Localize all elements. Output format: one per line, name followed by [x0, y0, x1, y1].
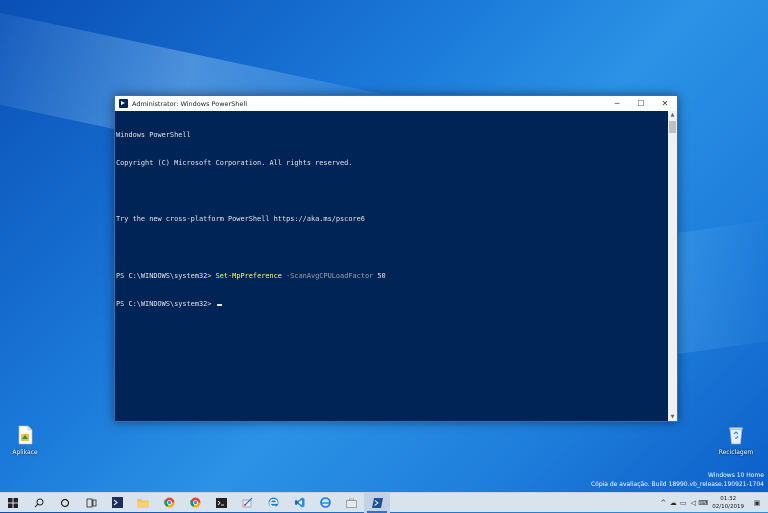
scroll-down-icon[interactable]: ▼ — [668, 413, 677, 421]
windows-logo-icon — [8, 497, 18, 508]
console-cmdlet: Set-MpPreference — [215, 271, 282, 280]
paint-icon — [242, 497, 252, 508]
maximize-button[interactable]: ☐ — [629, 96, 653, 111]
desktop-icon-aplikace[interactable]: Aplikace — [0, 425, 50, 456]
chevron-up-icon[interactable]: ^ — [658, 499, 668, 507]
internet-explorer-icon — [319, 497, 331, 508]
chrome-icon — [189, 497, 200, 508]
taskbar-app-vscode[interactable] — [286, 493, 312, 513]
speaker-icon[interactable]: ◁ — [688, 499, 698, 507]
minimize-button[interactable]: ─ — [605, 96, 629, 111]
desktop-icon-recycle-bin[interactable]: Reciclagem — [711, 425, 761, 456]
taskbar-app-cmd[interactable] — [208, 493, 234, 513]
recycle-bin-icon — [729, 427, 743, 445]
evaluation-copy-text: Cópia de avaliação. Build 18990.vb_relea… — [590, 481, 764, 488]
title-bar[interactable]: Administrator: Windows PowerShell ─ ☐ ✕ — [115, 96, 677, 111]
search-icon — [34, 498, 44, 507]
powershell-icon — [119, 99, 128, 108]
store-icon — [345, 498, 357, 508]
network-icon[interactable]: ▭ — [678, 499, 688, 507]
terminal-app-icon — [111, 497, 123, 508]
powershell-icon — [371, 497, 383, 508]
console-line: Windows PowerShell — [116, 130, 191, 139]
console-line: Copyright (C) Microsoft Corporation. All… — [116, 159, 353, 168]
console-command-line: PS C:\WINDOWS\system32> Set-MpPreference… — [116, 272, 667, 281]
taskbar-app-paint[interactable] — [234, 493, 260, 513]
scroll-up-icon[interactable]: ▲ — [668, 111, 677, 119]
cortana-icon — [60, 498, 70, 507]
desktop-icon-label: Aplikace — [12, 449, 38, 456]
taskbar-app-file-explorer[interactable] — [130, 493, 156, 513]
onedrive-icon[interactable]: ☁ — [668, 499, 678, 507]
search-button[interactable] — [26, 493, 52, 513]
console-parameter: -ScanAvgCPULoadFactor — [281, 271, 374, 280]
taskbar-app-powershell[interactable] — [364, 492, 390, 513]
chrome-icon — [163, 497, 174, 508]
folder-icon — [137, 498, 149, 508]
taskbar-app-chrome[interactable] — [156, 493, 182, 513]
edge-icon — [268, 497, 278, 508]
taskbar-app-store[interactable] — [338, 493, 364, 513]
keyboard-icon[interactable]: ⌨ — [698, 499, 708, 507]
task-view-icon — [86, 498, 96, 507]
vertical-scrollbar[interactable]: ▲ ▼ — [668, 111, 677, 421]
desktop-icon-label: Reciclagem — [718, 449, 754, 456]
start-button[interactable] — [0, 493, 26, 513]
taskbar-app-chrome-2[interactable] — [182, 493, 208, 513]
taskbar: ^ ☁ ▭ ◁ ⌨ 01:32 02/10/2019 ▣ — [0, 492, 768, 513]
console-value: 50 — [373, 271, 386, 280]
vscode-icon — [294, 497, 304, 508]
console-output[interactable]: Windows PowerShell Copyright (C) Microso… — [115, 111, 668, 421]
scrollbar-thumb[interactable] — [669, 121, 676, 133]
cortana-button[interactable] — [52, 493, 78, 513]
window-title: Administrator: Windows PowerShell — [132, 99, 248, 108]
system-tray: ^ ☁ ▭ ◁ ⌨ 01:32 02/10/2019 ▣ — [658, 493, 768, 513]
clock-time: 01:32 — [720, 496, 737, 502]
command-prompt-icon — [215, 497, 227, 508]
taskbar-app-edge[interactable] — [260, 493, 286, 513]
console-input-line[interactable]: PS C:\WINDOWS\system32> — [116, 300, 667, 309]
powershell-window[interactable]: Administrator: Windows PowerShell ─ ☐ ✕ … — [114, 95, 678, 422]
task-view-button[interactable] — [78, 493, 104, 513]
console-prompt: PS C:\WINDOWS\system32> — [116, 300, 216, 309]
clock[interactable]: 01:32 02/10/2019 — [712, 495, 744, 511]
close-button[interactable]: ✕ — [653, 96, 677, 111]
windows-edition-text: Windows 10 Home — [708, 472, 764, 479]
notification-icon[interactable]: ▣ — [752, 499, 762, 507]
file-icon — [18, 425, 33, 445]
text-cursor — [216, 304, 222, 307]
console-prompt: PS C:\WINDOWS\system32> — [116, 271, 216, 280]
clock-date: 02/10/2019 — [712, 504, 744, 510]
taskbar-app-ie[interactable] — [312, 493, 338, 513]
taskbar-app-terminal[interactable] — [104, 493, 130, 513]
console-line: Try the new cross-platform PowerShell ht… — [116, 215, 365, 224]
